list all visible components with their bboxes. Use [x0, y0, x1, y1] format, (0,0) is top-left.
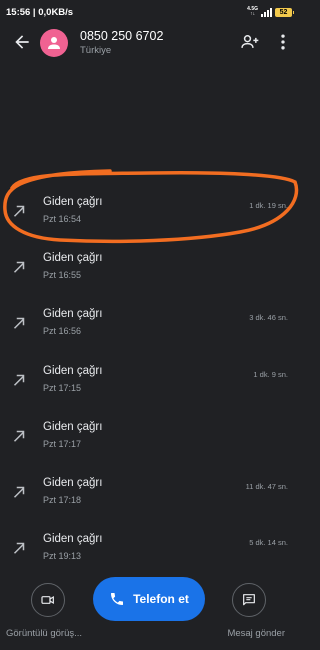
message-label: Mesaj gönder	[227, 628, 285, 639]
outgoing-call-icon	[13, 317, 25, 329]
status-bar: 15:56 | 0,0KB/s 4.5G ↑↓ 52	[0, 0, 300, 24]
call-type: Giden çağrı	[43, 196, 103, 208]
call-list-item[interactable]: Giden çağrı Pzt 16:54 1 dk. 19 sn.	[0, 188, 300, 246]
call-time: Pzt 17:18	[43, 495, 82, 505]
contact-country: Türkiye	[80, 45, 112, 56]
call-list-item[interactable]: Giden çağrı Pzt 16:56 3 dk. 46 sn.	[0, 300, 300, 358]
call-button-label: Telefon et	[133, 592, 189, 606]
app-bar: 0850 250 6702 Türkiye	[0, 24, 300, 62]
call-type: Giden çağrı	[43, 421, 103, 433]
videocam-icon	[41, 595, 54, 605]
bottom-actions: Telefon et Görüntülü görüş... Mesaj gönd…	[0, 566, 300, 650]
call-type: Giden çağrı	[43, 252, 103, 264]
outgoing-call-icon	[13, 430, 25, 442]
battery-icon: 52	[275, 7, 294, 17]
outgoing-call-icon	[13, 374, 25, 386]
call-duration: 1 dk. 19 sn.	[249, 201, 288, 210]
status-time: 15:56 | 0,0KB/s	[6, 6, 74, 18]
person-icon	[48, 37, 60, 49]
call-duration: 3 dk. 46 sn.	[249, 313, 288, 322]
call-duration: 11 dk. 47 sn.	[245, 482, 288, 491]
call-duration: 1 dk. 9 sn.	[253, 370, 288, 379]
contact-number: 0850 250 6702	[80, 29, 164, 43]
call-type: Giden çağrı	[43, 365, 103, 377]
video-call-label: Görüntülü görüş...	[6, 628, 83, 639]
message-button[interactable]	[232, 583, 266, 617]
call-list-item[interactable]: Giden çağrı Pzt 17:17	[0, 413, 300, 471]
back-arrow-icon[interactable]	[12, 32, 32, 52]
call-time: Pzt 16:54	[43, 214, 82, 224]
call-time: Pzt 17:15	[43, 383, 82, 393]
network-indicator: 4.5G ↑↓	[247, 7, 258, 17]
message-icon	[243, 594, 255, 606]
call-list-item[interactable]: Giden çağrı Pzt 16:55	[0, 244, 300, 302]
call-time: Pzt 17:17	[43, 439, 82, 449]
outgoing-call-icon	[13, 486, 25, 498]
outgoing-call-icon	[13, 261, 25, 273]
call-time: Pzt 16:56	[43, 326, 82, 336]
call-list-item[interactable]: Giden çağrı Pzt 17:18 11 dk. 47 sn.	[0, 469, 300, 527]
add-contact-icon[interactable]	[240, 32, 260, 52]
call-list-item[interactable]: Giden çağrı Pzt 17:15 1 dk. 9 sn.	[0, 357, 300, 415]
avatar[interactable]	[40, 29, 68, 57]
battery-level: 52	[279, 8, 288, 16]
video-call-button[interactable]	[31, 583, 65, 617]
more-vert-icon[interactable]	[276, 32, 290, 52]
phone-icon	[111, 593, 124, 605]
outgoing-call-icon	[13, 542, 25, 554]
call-duration: 5 dk. 14 sn.	[249, 538, 288, 547]
data-arrows-icon: ↑↓	[250, 11, 256, 17]
call-type: Giden çağrı	[43, 533, 103, 545]
signal-icon	[261, 7, 272, 17]
status-icons: 4.5G ↑↓ 52	[247, 7, 294, 17]
call-time: Pzt 19:13	[43, 551, 82, 561]
call-button[interactable]: Telefon et	[93, 577, 205, 621]
call-type: Giden çağrı	[43, 308, 103, 320]
call-time: Pzt 16:55	[43, 270, 82, 280]
call-type: Giden çağrı	[43, 477, 103, 489]
outgoing-call-icon	[13, 205, 25, 217]
